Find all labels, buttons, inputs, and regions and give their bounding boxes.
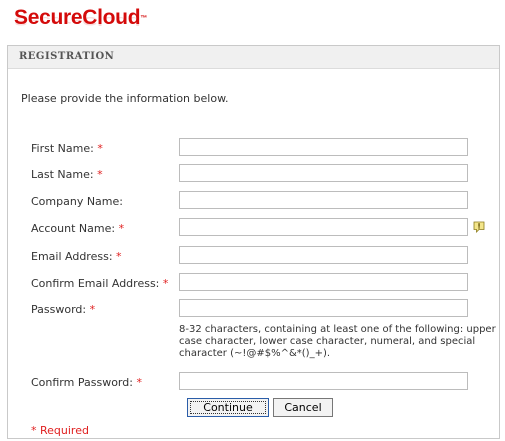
first-name-input[interactable] — [179, 138, 468, 156]
first-name-label: First Name: * — [31, 142, 103, 155]
continue-button[interactable]: Continue — [187, 398, 269, 417]
panel-header: REGISTRATION — [8, 46, 499, 69]
email-label: Email Address: * — [31, 250, 122, 263]
password-hint: 8-32 characters, containing at least one… — [179, 324, 496, 359]
confirm-email-label: Confirm Email Address: * — [31, 277, 169, 290]
email-input[interactable] — [179, 246, 468, 264]
required-note: * Required — [31, 424, 89, 437]
company-name-row: Company Name: — [0, 191, 505, 213]
last-name-label: Last Name: * — [31, 168, 103, 181]
confirm-password-input[interactable] — [179, 372, 468, 390]
email-row: Email Address: * — [0, 246, 505, 268]
password-input[interactable] — [179, 299, 468, 317]
confirm-email-row: Confirm Email Address: * — [0, 273, 505, 295]
logo: SecureCloud™ SecureCloud — [14, 6, 214, 38]
cancel-button[interactable]: Cancel — [273, 398, 333, 417]
password-label: Password: * — [31, 303, 96, 316]
account-name-row: Account Name: * — [0, 218, 505, 240]
info-icon[interactable] — [473, 221, 485, 233]
panel-title: REGISTRATION — [19, 51, 115, 62]
first-name-row: First Name: * — [0, 138, 505, 160]
company-name-label: Company Name: — [31, 195, 123, 208]
last-name-input[interactable] — [179, 164, 468, 182]
intro-text: Please provide the information below. — [21, 92, 229, 105]
account-name-label: Account Name: * — [31, 222, 125, 235]
last-name-row: Last Name: * — [0, 164, 505, 186]
confirm-password-row: Confirm Password: * — [0, 372, 505, 394]
account-name-input[interactable] — [179, 218, 468, 236]
confirm-password-label: Confirm Password: * — [31, 376, 142, 389]
brand-reflection: SecureCloud — [14, 14, 141, 27]
password-row: Password: * — [0, 299, 505, 321]
company-name-input[interactable] — [179, 191, 468, 209]
confirm-email-input[interactable] — [179, 273, 468, 291]
